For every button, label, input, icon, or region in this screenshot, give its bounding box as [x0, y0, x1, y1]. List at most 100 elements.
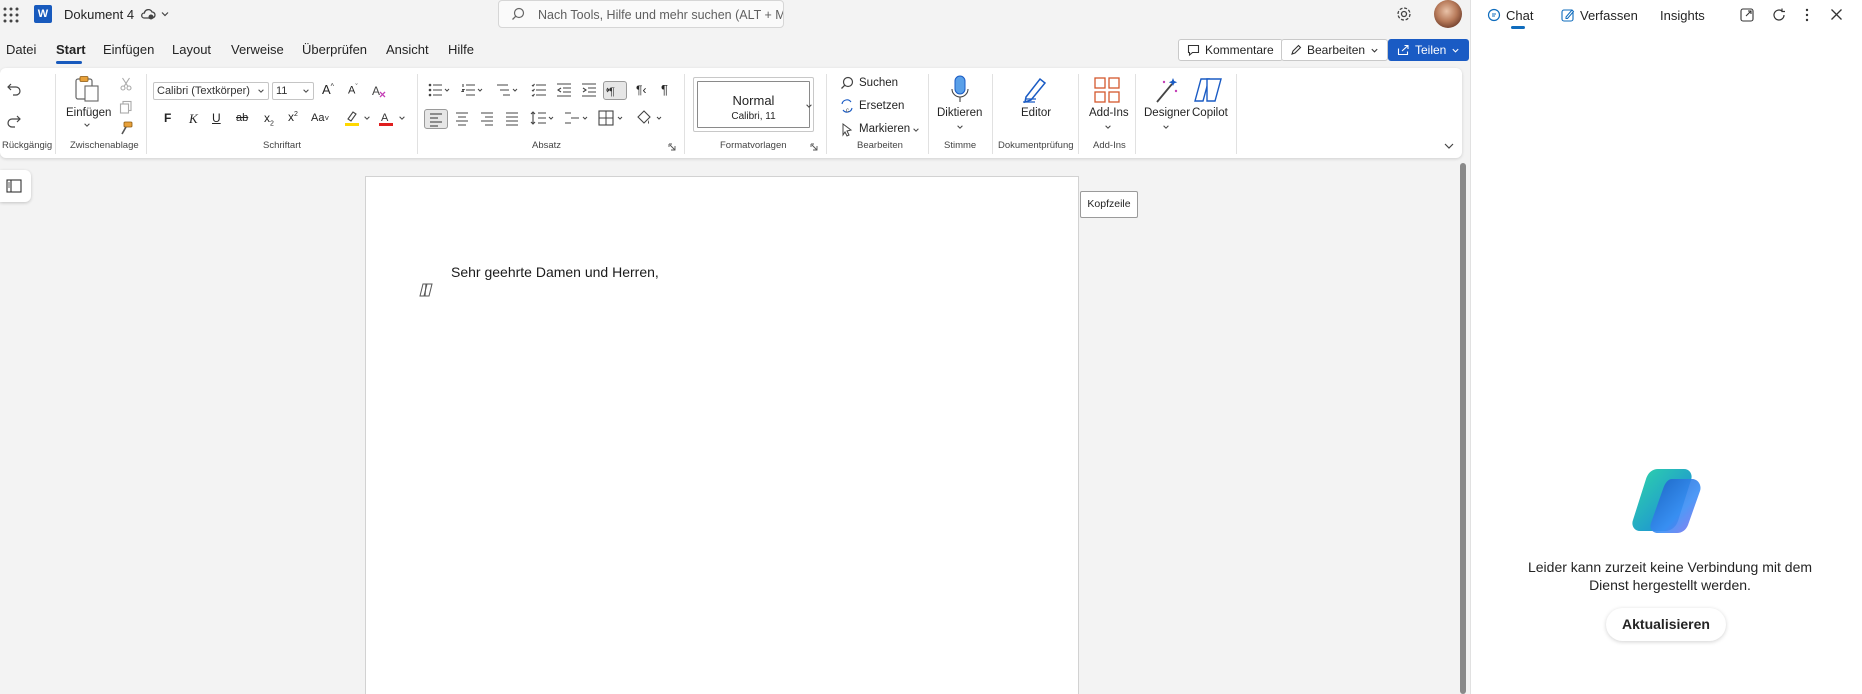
- bold-button[interactable]: F: [164, 111, 171, 125]
- show-formatting-marks-icon[interactable]: ¶: [661, 82, 668, 97]
- refresh-icon[interactable]: [1772, 8, 1786, 22]
- tab-ueberpruefen[interactable]: Überprüfen: [302, 42, 367, 57]
- chevron-down-icon[interactable]: [83, 121, 91, 129]
- chevron-down-icon[interactable]: [912, 126, 920, 134]
- more-options-icon[interactable]: [1804, 8, 1810, 22]
- tab-hilfe[interactable]: Hilfe: [448, 42, 474, 57]
- cut-icon[interactable]: [119, 77, 133, 91]
- close-icon[interactable]: [1830, 8, 1843, 21]
- copy-icon[interactable]: [119, 100, 133, 114]
- replace-icon[interactable]: c: [840, 99, 854, 113]
- cloud-sync-icon[interactable]: [140, 6, 156, 22]
- tab-layout[interactable]: Layout: [172, 42, 211, 57]
- paragraph-spacing-icon[interactable]: [564, 111, 588, 125]
- refresh-button[interactable]: Aktualisieren: [1606, 608, 1726, 641]
- redo-icon[interactable]: [6, 112, 22, 128]
- editor-label[interactable]: Editor: [1021, 107, 1051, 119]
- align-left-icon[interactable]: [424, 109, 448, 129]
- svg-text:c: c: [846, 108, 849, 113]
- multilevel-list-icon[interactable]: [496, 83, 518, 97]
- side-tab-chat[interactable]: Chat: [1506, 8, 1533, 23]
- share-button[interactable]: Teilen: [1388, 39, 1470, 61]
- navigation-pane-toggle[interactable]: [0, 170, 31, 202]
- ltr-direction-icon[interactable]: ¶: [603, 81, 627, 100]
- chevron-down-icon[interactable]: [363, 114, 371, 122]
- paste-label[interactable]: Einfügen: [66, 107, 111, 119]
- tab-ansicht[interactable]: Ansicht: [386, 42, 429, 57]
- find-label[interactable]: Suchen: [859, 77, 898, 89]
- select-label[interactable]: Markieren: [859, 123, 910, 135]
- document-title[interactable]: Dokument 4: [64, 7, 134, 22]
- dictate-label[interactable]: Diktieren: [937, 107, 982, 119]
- chevron-down-icon[interactable]: [398, 114, 406, 122]
- side-tab-compose[interactable]: Verfassen: [1580, 8, 1638, 23]
- font-color-icon[interactable]: A: [378, 110, 394, 126]
- shading-icon[interactable]: [635, 110, 663, 126]
- decrease-indent-icon[interactable]: [556, 83, 572, 97]
- comments-label: Kommentare: [1205, 43, 1274, 57]
- numbered-list-icon[interactable]: [461, 83, 483, 97]
- rtl-direction-icon[interactable]: ¶‹: [636, 83, 646, 97]
- chevron-down-icon[interactable]: [1162, 123, 1170, 131]
- line-spacing-icon[interactable]: [530, 111, 554, 125]
- ribbon-collapse-icon[interactable]: [1444, 142, 1454, 150]
- change-case-button[interactable]: Aa˅: [311, 112, 329, 124]
- format-painter-icon[interactable]: [119, 121, 133, 135]
- grow-font-icon[interactable]: A^: [322, 82, 334, 97]
- increase-indent-icon[interactable]: [581, 83, 597, 97]
- underline-button[interactable]: U: [212, 111, 221, 125]
- copilot-label[interactable]: Copilot: [1192, 107, 1228, 119]
- designer-label[interactable]: Designer: [1144, 107, 1190, 119]
- styles-expand-icon[interactable]: [805, 102, 813, 110]
- addins-grid-icon[interactable]: [1094, 77, 1120, 103]
- checklist-icon[interactable]: [531, 83, 547, 97]
- align-center-icon[interactable]: [454, 112, 470, 126]
- select-cursor-icon[interactable]: [840, 123, 854, 137]
- replace-label[interactable]: Ersetzen: [859, 100, 904, 112]
- microphone-icon[interactable]: [950, 75, 970, 105]
- dialog-launcher-icon[interactable]: [668, 143, 676, 151]
- tab-datei[interactable]: Datei: [6, 42, 36, 57]
- italic-button[interactable]: K: [189, 111, 198, 127]
- comments-button[interactable]: Kommentare: [1178, 39, 1283, 61]
- copilot-icon[interactable]: [1193, 76, 1223, 104]
- tab-start[interactable]: Start: [56, 42, 86, 57]
- chevron-down-icon[interactable]: [956, 123, 964, 131]
- dialog-launcher-icon[interactable]: [810, 143, 818, 151]
- addins-label[interactable]: Add-Ins: [1089, 107, 1129, 119]
- borders-icon[interactable]: [598, 110, 624, 126]
- scrollbar-thumb[interactable]: [1460, 163, 1466, 694]
- chevron-down-icon[interactable]: [1104, 123, 1112, 131]
- user-avatar[interactable]: [1434, 0, 1462, 28]
- clipboard-paste-icon[interactable]: [74, 75, 100, 103]
- copilot-inline-icon[interactable]: [419, 283, 433, 297]
- open-external-icon[interactable]: [1740, 8, 1754, 22]
- search-box[interactable]: Nach Tools, Hilfe und mehr suchen (ALT +…: [498, 0, 784, 28]
- shrink-font-icon[interactable]: Aˇ: [348, 84, 358, 97]
- gear-icon[interactable]: [1395, 5, 1413, 23]
- chevron-down-icon: [1370, 46, 1379, 55]
- chevron-down-icon[interactable]: [160, 9, 170, 19]
- editor-pen-icon[interactable]: [1020, 75, 1050, 105]
- app-launcher-icon[interactable]: [2, 6, 20, 24]
- document-text-greeting[interactable]: Sehr geehrte Damen und Herren,: [451, 264, 659, 280]
- side-tab-insights[interactable]: Insights: [1660, 8, 1705, 23]
- bullet-list-icon[interactable]: [428, 83, 450, 97]
- find-icon[interactable]: [840, 76, 854, 90]
- font-size-dropdown[interactable]: 11: [272, 82, 314, 100]
- tab-verweise[interactable]: Verweise: [231, 42, 284, 57]
- align-right-icon[interactable]: [479, 112, 495, 126]
- undo-icon[interactable]: [6, 80, 22, 96]
- tab-einfuegen[interactable]: Einfügen: [103, 42, 154, 57]
- subscript-icon[interactable]: x2: [264, 111, 274, 127]
- highlight-color-icon[interactable]: [344, 110, 360, 126]
- style-normal-card[interactable]: Normal Calibri, 11: [693, 77, 814, 132]
- document-page[interactable]: [365, 176, 1079, 694]
- clear-formatting-icon[interactable]: A: [371, 83, 387, 99]
- font-name-dropdown[interactable]: Calibri (Textkörper): [153, 82, 269, 100]
- designer-wand-icon[interactable]: [1154, 76, 1180, 104]
- superscript-icon[interactable]: x2: [288, 110, 298, 124]
- edit-mode-button[interactable]: Bearbeiten: [1281, 39, 1389, 61]
- strikethrough-button[interactable]: ab: [236, 112, 248, 124]
- justify-icon[interactable]: [504, 112, 520, 126]
